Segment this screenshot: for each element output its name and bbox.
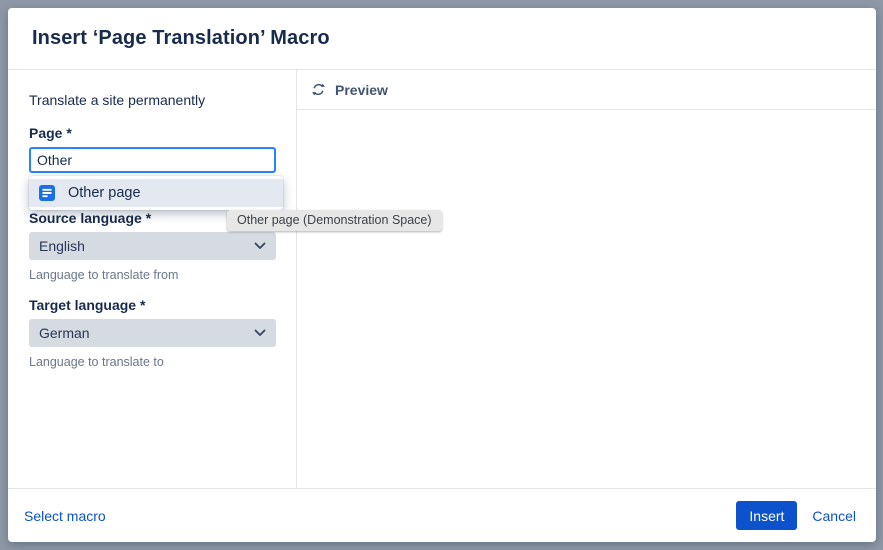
- page-icon: [39, 185, 55, 201]
- insert-macro-dialog: Insert ‘Page Translation’ Macro Translat…: [8, 8, 876, 542]
- target-language-label: Target language *: [29, 297, 276, 313]
- preview-header: Preview: [297, 70, 876, 110]
- source-language-helper: Language to translate from: [29, 268, 276, 282]
- macro-parameters-panel: Translate a site permanently Page *: [8, 70, 297, 488]
- macro-description: Translate a site permanently: [29, 92, 276, 108]
- preview-title: Preview: [335, 82, 388, 98]
- source-language-value: English: [39, 238, 85, 254]
- page-input[interactable]: [29, 147, 276, 173]
- target-language-helper: Language to translate to: [29, 355, 276, 369]
- chevron-down-icon: [254, 329, 266, 337]
- refresh-icon[interactable]: [311, 82, 326, 97]
- source-language-select[interactable]: English: [29, 232, 276, 260]
- select-macro-link[interactable]: Select macro: [24, 508, 106, 524]
- page-input-wrap: Other page: [29, 147, 276, 173]
- target-language-value: German: [39, 325, 90, 341]
- cancel-link[interactable]: Cancel: [812, 508, 856, 524]
- preview-panel: Preview: [297, 70, 876, 488]
- dialog-title: Insert ‘Page Translation’ Macro: [32, 27, 330, 50]
- page-suggestion-dropdown: Other page: [29, 176, 283, 210]
- dialog-header: Insert ‘Page Translation’ Macro: [8, 8, 876, 70]
- dialog-body: Translate a site permanently Page *: [8, 70, 876, 488]
- page-suggestion-label: Other page: [68, 185, 141, 201]
- dialog-footer: Select macro Insert Cancel: [8, 488, 876, 542]
- page-tooltip: Other page (Demonstration Space): [227, 210, 442, 231]
- page-suggestion-item[interactable]: Other page: [29, 179, 283, 207]
- page-field-label: Page *: [29, 125, 276, 141]
- target-language-select[interactable]: German: [29, 319, 276, 347]
- chevron-down-icon: [254, 242, 266, 250]
- insert-button[interactable]: Insert: [736, 501, 797, 530]
